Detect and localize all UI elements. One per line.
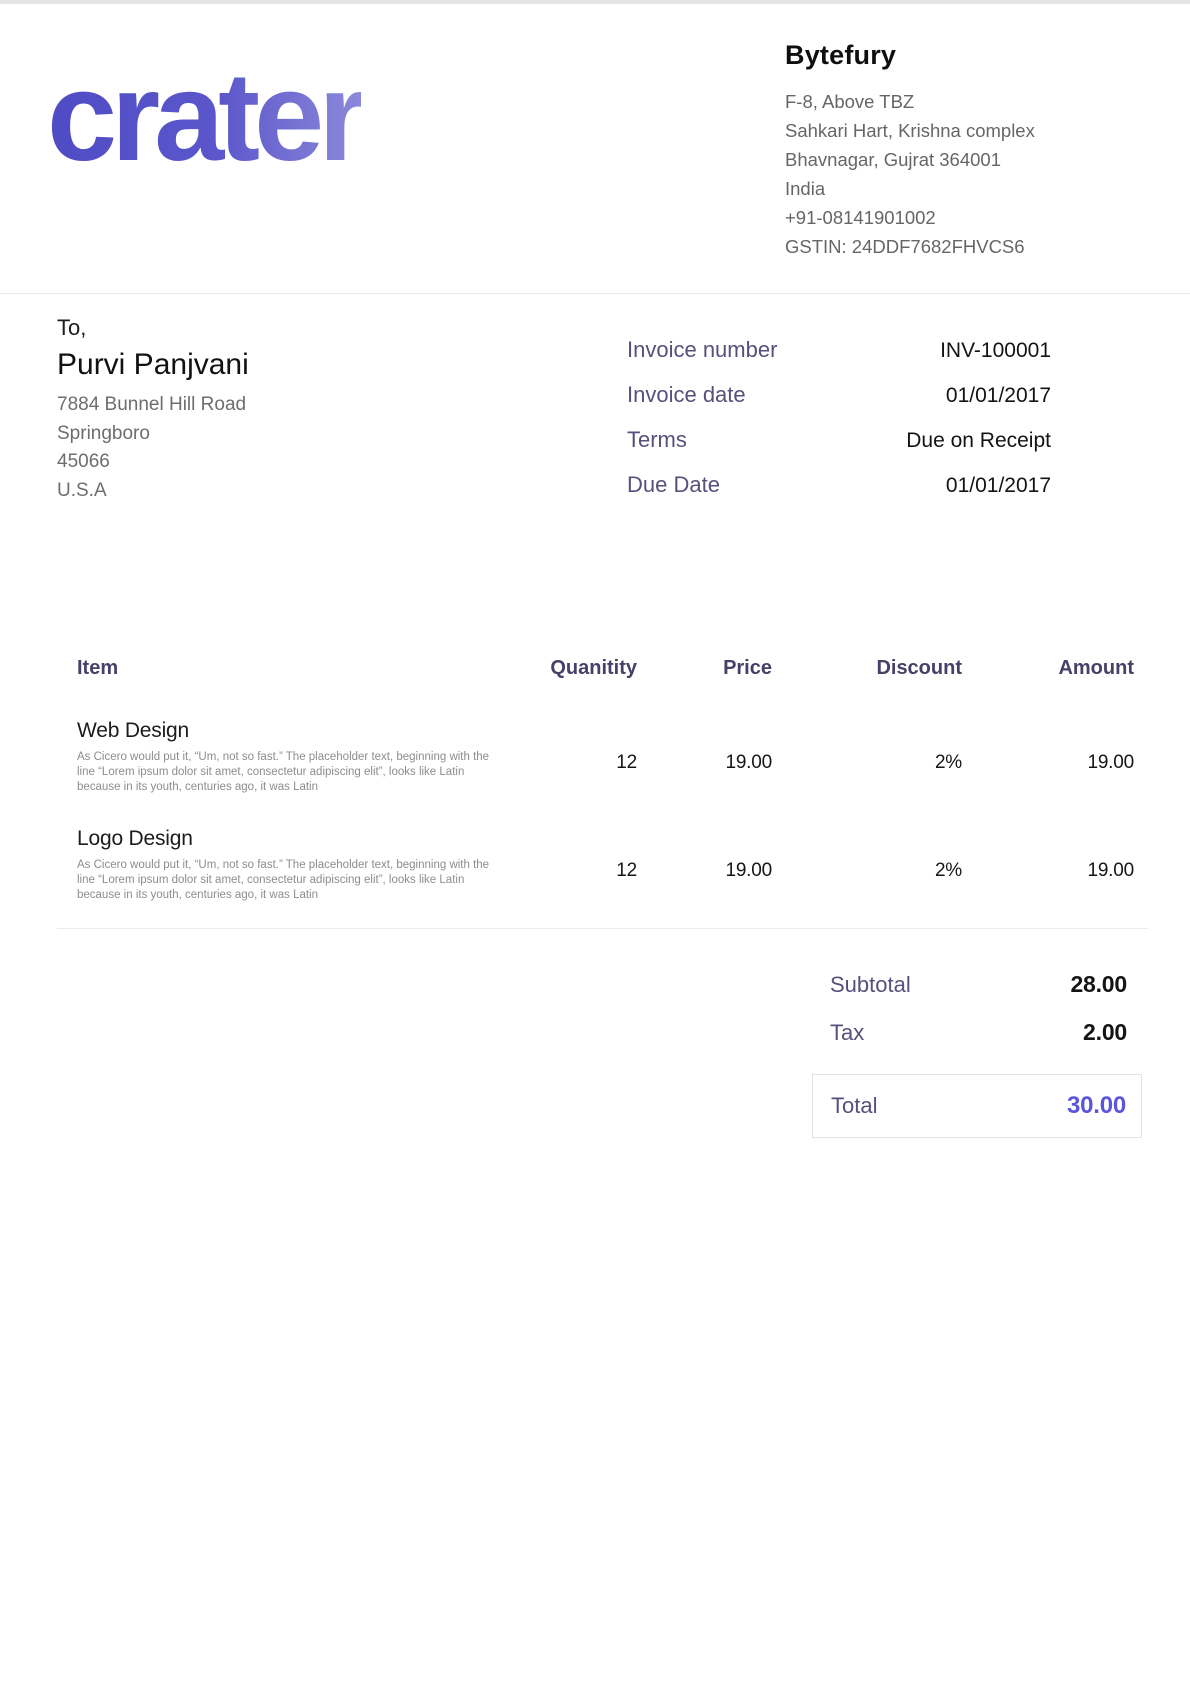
item-description: As Cicero would put it, “Um, not so fast… <box>77 858 497 903</box>
table-bottom-divider <box>57 928 1148 929</box>
invoice-page: crater Bytefury F-8, Above TBZ Sahkari H… <box>0 0 1190 1138</box>
company-address-line: India <box>785 174 1070 203</box>
tax-row: Tax 2.00 <box>812 1019 1142 1046</box>
item-discount: 2% <box>772 719 962 795</box>
customer-address-line: 7884 Bunnel Hill Road <box>57 391 249 420</box>
customer-address-line: U.S.A <box>57 477 249 506</box>
subtotal-value: 28.00 <box>1070 971 1127 998</box>
invoice-date-value: 01/01/2017 <box>946 384 1051 408</box>
invoice-number-value: INV-100001 <box>940 339 1051 363</box>
table-row: Web Design As Cicero would put it, “Um, … <box>57 719 1148 795</box>
items-table-header: Item Quanitity Price Discount Amount <box>57 657 1148 680</box>
items-table: Item Quanitity Price Discount Amount Web… <box>57 657 1148 903</box>
customer-address: 7884 Bunnel Hill Road Springboro 45066 U… <box>57 391 249 505</box>
item-amount: 19.00 <box>962 827 1134 903</box>
item-quantity: 12 <box>497 827 637 903</box>
item-description: As Cicero would put it, “Um, not so fast… <box>77 750 497 795</box>
company-name: Bytefury <box>785 40 1070 71</box>
tax-label: Tax <box>830 1020 864 1046</box>
due-date-value: 01/01/2017 <box>946 474 1051 498</box>
terms-value: Due on Receipt <box>906 429 1051 453</box>
subtotal-row: Subtotal 28.00 <box>812 971 1142 998</box>
company-address-line: F-8, Above TBZ <box>785 87 1070 116</box>
company-address-line: Sahkari Hart, Krishna complex <box>785 116 1070 145</box>
column-header-item: Item <box>57 657 497 680</box>
total-label: Total <box>831 1093 877 1119</box>
column-header-discount: Discount <box>772 657 962 680</box>
customer-address-line: Springboro <box>57 420 249 449</box>
invoice-header: crater Bytefury F-8, Above TBZ Sahkari H… <box>0 4 1190 294</box>
total-box: Total 30.00 <box>812 1074 1142 1138</box>
item-discount: 2% <box>772 827 962 903</box>
company-address: F-8, Above TBZ Sahkari Hart, Krishna com… <box>785 87 1070 261</box>
item-name: Logo Design <box>77 827 497 851</box>
invoice-date-label: Invoice date <box>627 382 746 408</box>
company-block: Bytefury F-8, Above TBZ Sahkari Hart, Kr… <box>785 40 1070 261</box>
column-header-quantity: Quanitity <box>497 657 637 680</box>
item-quantity: 12 <box>497 719 637 795</box>
item-cell: Web Design As Cicero would put it, “Um, … <box>57 719 497 795</box>
item-price: 19.00 <box>637 719 772 795</box>
crater-logo: crater <box>47 54 361 180</box>
invoice-number-label: Invoice number <box>627 337 777 363</box>
terms-label: Terms <box>627 427 687 453</box>
totals-block: Subtotal 28.00 Tax 2.00 Total 30.00 <box>812 971 1142 1138</box>
invoice-body: To, Purvi Panjvani 7884 Bunnel Hill Road… <box>0 315 1190 1138</box>
column-header-price: Price <box>637 657 772 680</box>
column-header-amount: Amount <box>962 657 1134 680</box>
tax-value: 2.00 <box>1083 1019 1127 1046</box>
company-gstin: GSTIN: 24DDF7682FHVCS6 <box>785 232 1070 261</box>
total-value: 30.00 <box>1067 1092 1126 1120</box>
item-amount: 19.00 <box>962 719 1134 795</box>
customer-name: Purvi Panjvani <box>57 348 249 382</box>
bill-to-block: To, Purvi Panjvani 7884 Bunnel Hill Road… <box>57 315 249 517</box>
item-cell: Logo Design As Cicero would put it, “Um,… <box>57 827 497 903</box>
due-date-row: Due Date 01/01/2017 <box>627 472 1051 498</box>
item-price: 19.00 <box>637 827 772 903</box>
company-address-line: Bhavnagar, Gujrat 364001 <box>785 145 1070 174</box>
invoice-meta-block: Invoice number INV-100001 Invoice date 0… <box>627 337 1051 517</box>
table-row: Logo Design As Cicero would put it, “Um,… <box>57 827 1148 903</box>
invoice-number-row: Invoice number INV-100001 <box>627 337 1051 363</box>
bill-to-label: To, <box>57 315 249 341</box>
customer-address-line: 45066 <box>57 448 249 477</box>
parties-row: To, Purvi Panjvani 7884 Bunnel Hill Road… <box>57 315 1148 517</box>
subtotal-label: Subtotal <box>830 972 911 998</box>
invoice-date-row: Invoice date 01/01/2017 <box>627 382 1051 408</box>
company-phone: +91-08141901002 <box>785 203 1070 232</box>
due-date-label: Due Date <box>627 472 720 498</box>
terms-row: Terms Due on Receipt <box>627 427 1051 453</box>
item-name: Web Design <box>77 719 497 743</box>
